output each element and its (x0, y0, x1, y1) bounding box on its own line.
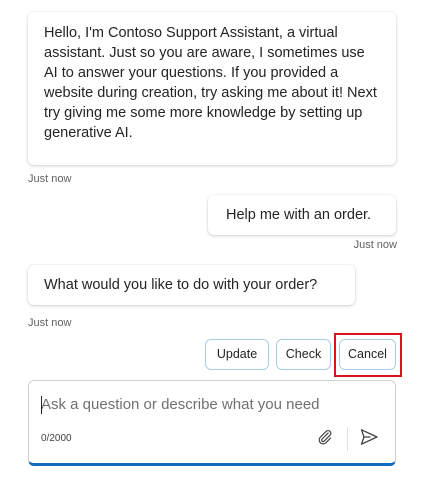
message-timestamp: Just now (28, 317, 72, 329)
send-icon (359, 427, 379, 452)
message-timestamp: Just now (28, 173, 72, 185)
user-message-bubble: Help me with an order. (208, 195, 396, 235)
chat-window: Hello, I'm Contoso Support Assistant, a … (0, 0, 428, 479)
character-counter: 0/2000 (41, 433, 72, 444)
paperclip-icon (316, 428, 334, 451)
cancel-action-button[interactable]: Cancel (339, 339, 396, 370)
bot-message-bubble: Hello, I'm Contoso Support Assistant, a … (28, 12, 396, 165)
check-action-button[interactable]: Check (276, 339, 331, 370)
text-caret (41, 396, 42, 414)
user-message-text: Help me with an order. (226, 207, 372, 223)
bot-message-text: What would you like to do with your orde… (44, 277, 318, 293)
message-timestamp: Just now (353, 239, 397, 251)
update-action-button[interactable]: Update (205, 339, 269, 370)
composer-divider (347, 427, 348, 451)
bot-message-bubble: What would you like to do with your orde… (28, 265, 355, 305)
message-composer: Ask a question or describe what you need… (28, 380, 396, 466)
send-button[interactable] (355, 425, 383, 453)
bot-message-text: Hello, I'm Contoso Support Assistant, a … (44, 25, 377, 141)
attach-button[interactable] (311, 425, 339, 453)
message-input[interactable]: Ask a question or describe what you need (41, 395, 371, 415)
